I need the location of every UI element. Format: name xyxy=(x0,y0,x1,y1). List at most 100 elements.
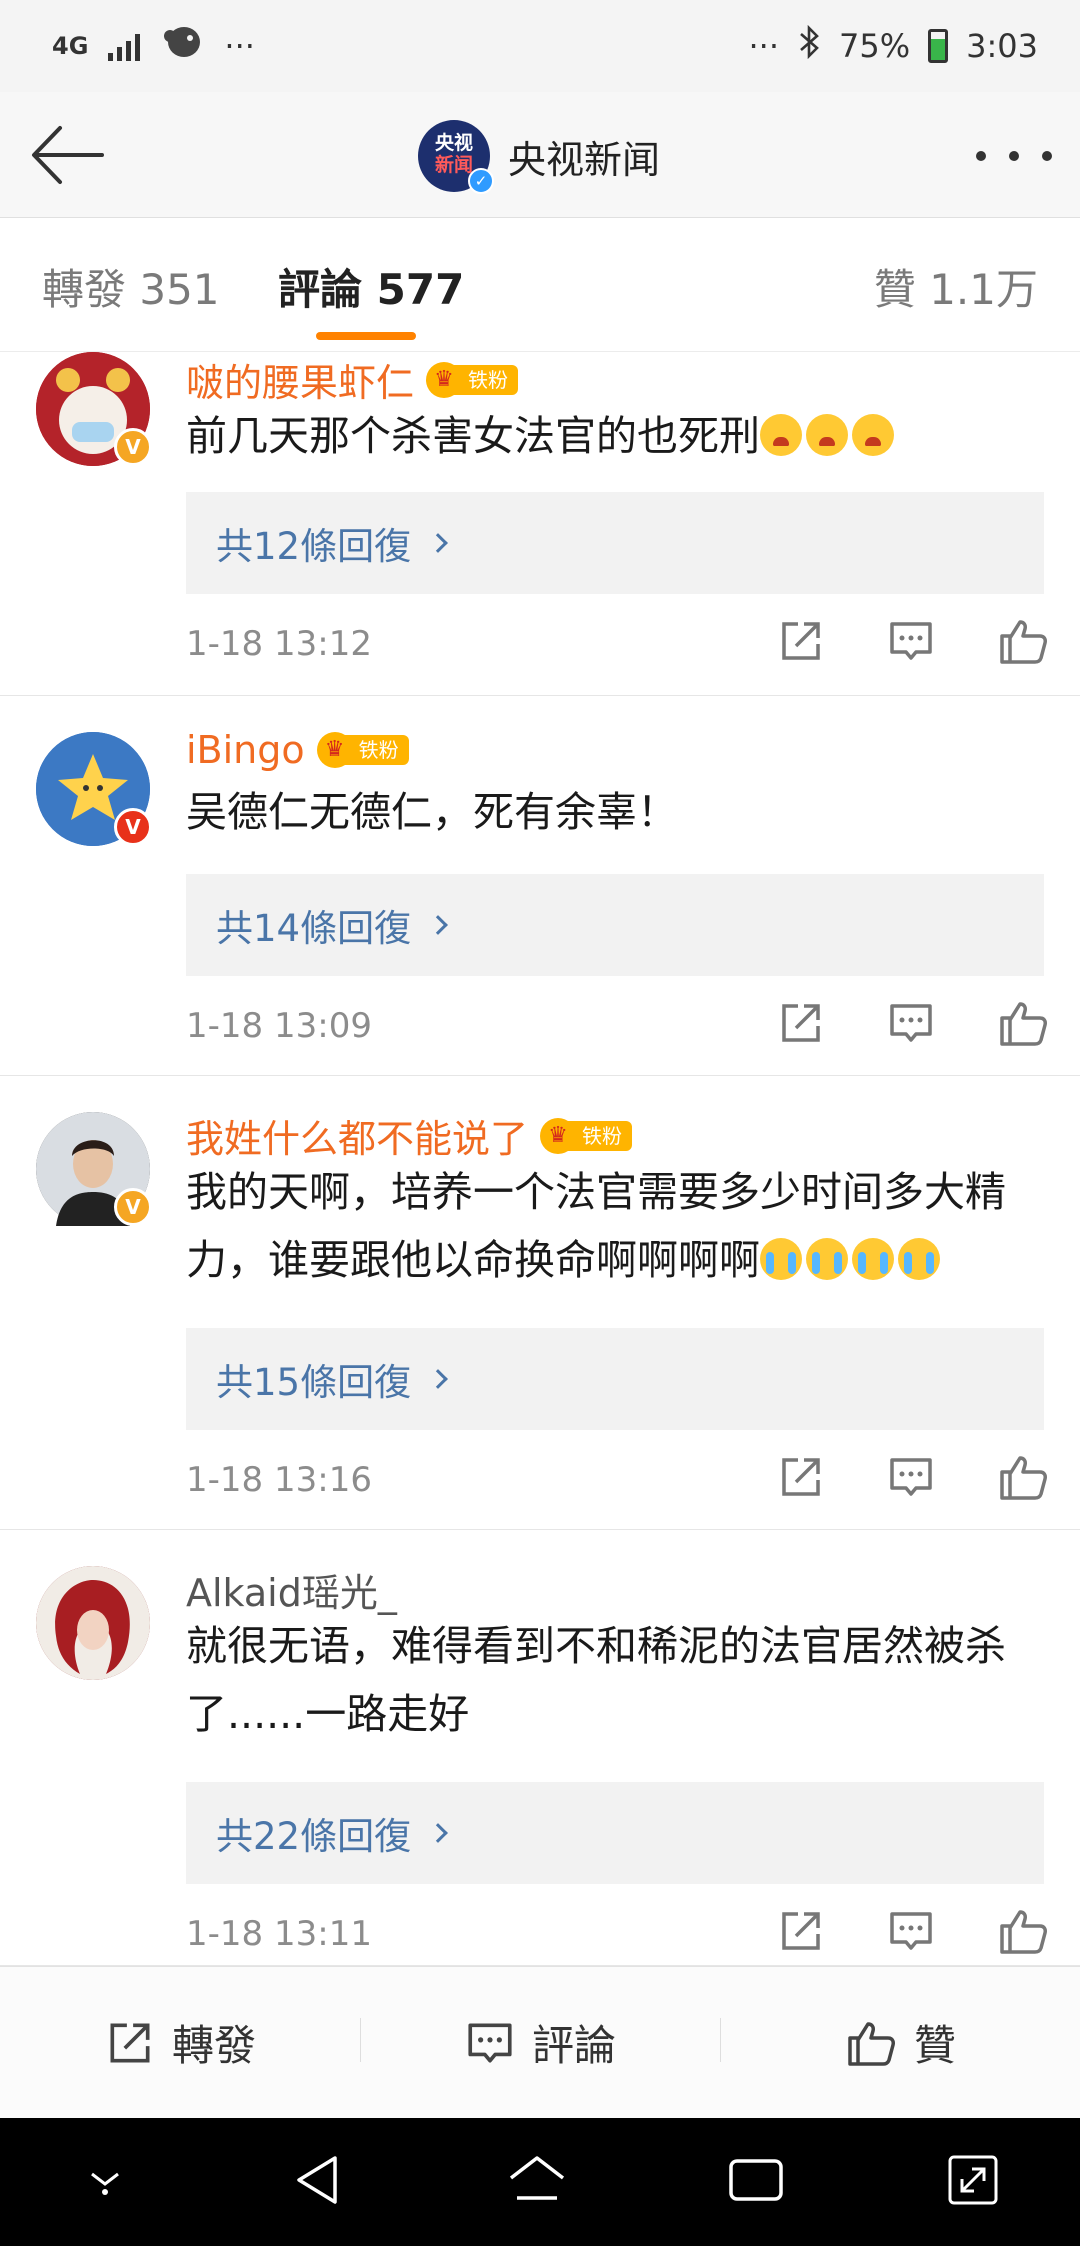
avatar[interactable]: V xyxy=(36,732,152,846)
tab-bar: 轉發 351 評論 577 贊 1.1万 xyxy=(0,218,1080,352)
share-button[interactable] xyxy=(776,998,826,1048)
recent-apps-icon xyxy=(729,2159,784,2201)
crying-emoji-icon xyxy=(898,1238,940,1280)
network-type: 4G xyxy=(52,32,89,60)
triangle-back-icon xyxy=(296,2156,337,2204)
chevron-right-icon xyxy=(428,533,448,553)
comment-author[interactable]: 我姓什么都不能说了 ♛ 铁粉 xyxy=(186,1108,633,1163)
home-icon xyxy=(509,2156,565,2200)
expand-nav-button[interactable] xyxy=(946,2153,1000,2211)
battery-icon xyxy=(928,29,949,63)
tab-comment[interactable]: 評論 577 xyxy=(278,256,464,317)
like-post-button[interactable]: 贊 xyxy=(720,2012,1080,2073)
crown-icon: ♛ xyxy=(540,1117,577,1154)
like-button[interactable] xyxy=(996,998,1050,1048)
top-header: 央视 新闻 ✓ 央视新闻 xyxy=(0,92,1080,218)
dot-icon xyxy=(976,151,986,161)
comment-item: V 啵的腰果虾仁 ♛ 铁粉 前几天那个杀害女法官的也死刑 共12條回復 1-18 … xyxy=(0,352,1080,696)
comment-time: 1-18 13:12 xyxy=(186,624,372,664)
crying-emoji-icon xyxy=(806,1238,848,1280)
comment-author[interactable]: 啵的腰果虾仁 ♛ 铁粉 xyxy=(186,352,519,407)
avatar[interactable]: V xyxy=(36,352,152,466)
chevron-right-icon xyxy=(428,1369,448,1389)
repost-button[interactable]: 轉發 xyxy=(0,2012,360,2073)
reply-button[interactable] xyxy=(886,998,936,1048)
view-replies-button[interactable]: 共15條回復 xyxy=(186,1328,1044,1430)
fan-badge: ♛ 铁粉 xyxy=(540,1117,633,1154)
comment-icon xyxy=(890,622,932,660)
comment-body: 就很无语，难得看到不和稀泥的法官居然被杀了......一路走好 xyxy=(186,1622,1006,1738)
angry-emoji-icon xyxy=(852,414,894,456)
battery-percent: 75% xyxy=(839,27,911,65)
share-button[interactable] xyxy=(776,616,826,666)
fan-tag: 铁粉 xyxy=(568,1120,633,1151)
angry-emoji-icon xyxy=(806,414,848,456)
reply-button[interactable] xyxy=(886,1452,936,1502)
username[interactable]: iBingo xyxy=(186,728,305,772)
like-label: 贊 xyxy=(913,2021,956,2070)
back-nav-button[interactable] xyxy=(291,2152,347,2212)
thumbs-up-icon xyxy=(1000,620,1047,664)
comment-author[interactable]: Alkaid瑶光_ xyxy=(186,1562,397,1617)
bluetooth-icon xyxy=(797,24,821,68)
view-replies-button[interactable]: 共12條回復 xyxy=(186,492,1044,594)
thumbs-up-icon xyxy=(1000,1002,1047,1046)
like-button[interactable] xyxy=(996,1452,1050,1502)
tab-repost[interactable]: 轉發 351 xyxy=(42,256,220,317)
comment-icon xyxy=(890,1458,932,1496)
hide-navbar-button[interactable] xyxy=(80,2160,130,2204)
replies-count: 共15條回復 xyxy=(216,1361,412,1404)
account-title[interactable]: 央视 新闻 ✓ 央视新闻 xyxy=(418,120,661,194)
arrow-left-icon xyxy=(32,126,104,184)
comment-label: 評論 xyxy=(531,2021,616,2070)
fan-tag: 铁粉 xyxy=(454,364,519,395)
home-nav-button[interactable] xyxy=(507,2152,567,2212)
account-logo: 央视 新闻 ✓ xyxy=(418,120,494,194)
like-button[interactable] xyxy=(996,616,1050,666)
thumbs-up-icon xyxy=(848,2021,895,2066)
comment-time: 1-18 13:09 xyxy=(186,1006,372,1046)
avatar[interactable] xyxy=(36,1566,150,1680)
expand-icon xyxy=(948,2155,998,2205)
app-notification-icon xyxy=(160,22,204,70)
more-notifications: ··· xyxy=(224,27,255,65)
comment-text: 就很无语，难得看到不和稀泥的法官居然被杀了......一路走好 xyxy=(186,1612,1046,1748)
comment-button[interactable]: 評論 xyxy=(360,2012,720,2073)
signal-icon xyxy=(108,31,141,61)
chevron-right-icon xyxy=(428,915,448,935)
username[interactable]: 我姓什么都不能说了 xyxy=(186,1108,528,1163)
tab-like[interactable]: 贊 1.1万 xyxy=(874,256,1038,317)
username[interactable]: 啵的腰果虾仁 xyxy=(186,352,414,407)
thumbs-up-icon xyxy=(1000,1910,1047,1954)
share-button[interactable] xyxy=(776,1452,826,1502)
chevron-down-icon xyxy=(91,2172,120,2195)
comment-author[interactable]: iBingo ♛ 铁粉 xyxy=(186,728,409,772)
fan-tag: 铁粉 xyxy=(344,735,409,765)
replies-count: 共22條回復 xyxy=(216,1815,412,1858)
verified-icon: V xyxy=(114,428,152,466)
view-replies-button[interactable]: 共14條回復 xyxy=(186,874,1044,976)
view-replies-button[interactable]: 共22條回復 xyxy=(186,1782,1044,1884)
like-button[interactable] xyxy=(996,1906,1050,1956)
share-icon xyxy=(782,622,820,660)
more-options-button[interactable] xyxy=(976,136,1052,176)
angry-emoji-icon xyxy=(760,414,802,456)
status-bar: 4G ··· ··· 75% 3:03 xyxy=(0,0,1080,92)
comment-actions xyxy=(776,1906,1050,1956)
replies-count: 共12條回復 xyxy=(216,525,412,568)
back-button[interactable] xyxy=(28,120,108,190)
bottom-toolbar: 轉發 評論 贊 xyxy=(0,1966,1080,2118)
username[interactable]: Alkaid瑶光_ xyxy=(186,1562,397,1617)
recents-nav-button[interactable] xyxy=(727,2155,785,2209)
reply-button[interactable] xyxy=(886,1906,936,1956)
comment-body: 吴德仁无德仁，死有余辜！ xyxy=(186,788,678,836)
page-title: 央视新闻 xyxy=(508,137,661,182)
share-button[interactable] xyxy=(776,1906,826,1956)
comment-icon xyxy=(890,1004,932,1042)
reply-button[interactable] xyxy=(886,616,936,666)
comment-text: 吴德仁无德仁，死有余辜！ xyxy=(186,778,1046,846)
avatar[interactable]: V xyxy=(36,1112,152,1226)
crying-emoji-icon xyxy=(852,1238,894,1280)
verified-icon: V xyxy=(114,1188,152,1226)
verified-icon: V xyxy=(114,808,152,846)
